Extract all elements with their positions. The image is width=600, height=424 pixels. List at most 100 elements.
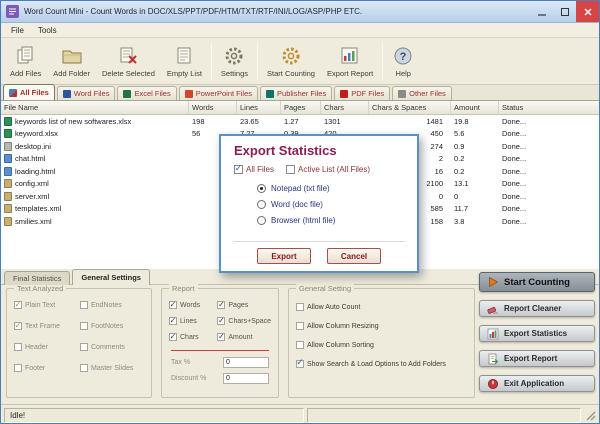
tax-input[interactable]	[223, 357, 269, 368]
cancel-button[interactable]: Cancel	[327, 248, 381, 264]
toolbar-start-counting[interactable]: Start Counting	[261, 40, 321, 82]
checkbox-pages[interactable]: Pages	[217, 301, 271, 309]
toolbar-separator	[211, 43, 212, 79]
browser-radio[interactable]: Browser (html file)	[257, 216, 417, 225]
add-folder-icon	[61, 45, 83, 67]
radio-label: Browser (html file)	[271, 216, 335, 225]
amount-cell: 13.1	[451, 178, 499, 191]
word-radio[interactable]: Word (doc file)	[257, 200, 417, 209]
notepad-radio[interactable]: Notepad (txt file)	[257, 184, 417, 193]
checkbox-label: FootNotes	[91, 323, 123, 330]
toolbar-add-files[interactable]: Add Files	[4, 40, 47, 82]
tab-excel-files[interactable]: Excel Files	[117, 86, 176, 100]
toolbar-add-folder[interactable]: Add Folder	[47, 40, 96, 82]
toolbar-empty-list[interactable]: Empty List	[161, 40, 208, 82]
checkbox-chars-space[interactable]: Chars+Space	[217, 317, 271, 325]
pages-cell: 1.27	[281, 115, 321, 128]
group-text-analyzed: Text Analyzed Plain Text EndNotes Text F…	[6, 288, 152, 398]
file-name: desktop.ini	[15, 142, 51, 151]
dialog-format-options: Notepad (txt file) Word (doc file) Brows…	[221, 176, 417, 225]
app-icon	[6, 5, 19, 18]
tab-general-settings[interactable]: General Settings	[72, 269, 150, 285]
tab-powerpoint-files[interactable]: PowerPoint Files	[179, 86, 258, 100]
export-report-button[interactable]: Export Report	[479, 350, 595, 367]
group-title: General Setting	[296, 284, 354, 293]
report-cleaner-button[interactable]: Report Cleaner	[479, 300, 595, 317]
checkbox-label: Lines	[180, 318, 197, 325]
start-counting-icon	[487, 276, 499, 288]
discount-label: Discount %	[171, 375, 206, 382]
checkbox-icon	[296, 322, 304, 330]
tab-word-files[interactable]: Word Files	[57, 86, 116, 100]
close-button[interactable]	[576, 1, 599, 22]
column-header-amount[interactable]: Amount	[451, 101, 499, 114]
chars-cell: 1301	[321, 115, 369, 128]
menu-file[interactable]: File	[4, 25, 31, 36]
toolbar-separator	[382, 43, 383, 79]
status-cell: Done...	[499, 165, 599, 178]
column-header-pages[interactable]: Pages	[281, 101, 321, 114]
tab-label: PowerPoint Files	[196, 89, 252, 98]
file-name: server.xml	[15, 192, 49, 201]
tab-final-statistics[interactable]: Final Statistics	[4, 271, 70, 285]
export-statistics-button[interactable]: Export Statistics	[479, 325, 595, 342]
column-header-chars[interactable]: Chars	[321, 101, 369, 114]
checkbox-label: Text Frame	[25, 323, 60, 330]
discount-input[interactable]	[223, 373, 269, 384]
toolbar-label: Start Counting	[267, 69, 315, 78]
title-bar: Word Count Mini - Count Words in DOC/XLS…	[1, 1, 599, 23]
toolbar-delete-selected[interactable]: Delete Selected	[96, 40, 161, 82]
checkbox-plain-text: Plain Text	[14, 301, 78, 309]
amount-cell: 0.9	[451, 140, 499, 153]
tab-all-files[interactable]: All Files	[3, 84, 55, 100]
export-button[interactable]: Export	[257, 248, 311, 264]
tab-label: Publisher Files	[277, 89, 326, 98]
table-row[interactable]: keywords list of new softwares.xlsx 198 …	[1, 115, 599, 128]
status-cell: Done...	[499, 140, 599, 153]
powerpoint-file-icon	[185, 90, 193, 98]
amount-cell: 19.8	[451, 115, 499, 128]
checkbox-label: Active List (All Files)	[298, 165, 370, 174]
toolbar-export-report[interactable]: Export Report	[321, 40, 379, 82]
start-counting-button[interactable]: Start Counting	[479, 272, 595, 292]
toolbar-settings[interactable]: Settings	[215, 40, 254, 82]
checkbox-allow-column-resizing[interactable]: Allow Column Resizing	[296, 322, 467, 330]
column-header-chars-spaces[interactable]: Chars & Spaces	[369, 101, 451, 114]
toolbar-label: Empty List	[167, 69, 202, 78]
checkbox-amount[interactable]: Amount	[217, 333, 271, 341]
tab-publisher-files[interactable]: Publisher Files	[260, 86, 332, 100]
checkbox-lines[interactable]: Lines	[169, 317, 215, 325]
file-type-tabs: All Files Word Files Excel Files PowerPo…	[1, 85, 599, 101]
checkbox-icon	[169, 317, 177, 325]
column-header-file-name[interactable]: File Name	[1, 101, 189, 114]
checkbox-allow-auto-count[interactable]: Allow Auto Count	[296, 303, 467, 311]
checkbox-words[interactable]: Words	[169, 301, 215, 309]
checkbox-icon	[80, 343, 88, 351]
column-header-status[interactable]: Status	[499, 101, 599, 114]
all-files-checkbox[interactable]: All Files	[234, 165, 274, 174]
checkbox-icon	[80, 364, 88, 372]
file-name-cell: loading.html	[1, 165, 189, 178]
excel-file-icon	[4, 117, 12, 126]
tab-other-files[interactable]: Other Files	[392, 86, 452, 100]
toolbar-help[interactable]: ? Help	[386, 40, 420, 82]
checkbox-chars[interactable]: Chars	[169, 333, 215, 341]
all-files-icon	[9, 89, 17, 97]
column-header-words[interactable]: Words	[189, 101, 237, 114]
column-header-lines[interactable]: Lines	[237, 101, 281, 114]
status-cell: Done...	[499, 215, 599, 228]
checkbox-allow-column-sorting[interactable]: Allow Column Sorting	[296, 341, 467, 349]
checkbox-icon	[14, 301, 22, 309]
menu-tools[interactable]: Tools	[31, 25, 64, 36]
dialog-footer: Export Cancel	[233, 241, 405, 264]
resize-grip[interactable]	[584, 409, 596, 421]
close-icon	[583, 7, 593, 17]
checkbox-show-search-load-options[interactable]: Show Search & Load Options to Add Folder…	[296, 360, 467, 368]
app-window: Word Count Mini - Count Words in DOC/XLS…	[0, 0, 600, 424]
minimize-button[interactable]	[530, 1, 553, 22]
active-list-checkbox[interactable]: Active List (All Files)	[286, 165, 370, 174]
exit-application-button[interactable]: Exit Application	[479, 375, 595, 392]
maximize-button[interactable]	[553, 1, 576, 22]
checkbox-text-frame: Text Frame	[14, 322, 78, 330]
tab-pdf-files[interactable]: PDF Files	[334, 86, 390, 100]
